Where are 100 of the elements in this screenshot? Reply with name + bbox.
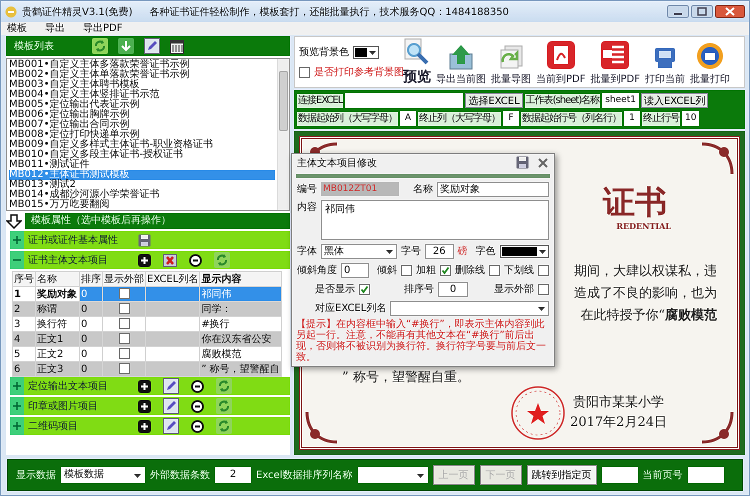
template-item[interactable]: MB004•自定义主体竖排证书示范	[9, 90, 275, 100]
toolbar-button[interactable]: 当前到PDF	[535, 38, 586, 86]
minus-icon[interactable]	[189, 254, 202, 266]
button[interactable]: 选择EXCEL	[465, 93, 523, 108]
checkbox[interactable]	[538, 284, 549, 294]
table-row[interactable]: 4 正文1 0 你在汉东省公安	[12, 332, 282, 346]
column-header[interactable]: 名称	[36, 272, 80, 286]
checkbox[interactable]	[299, 66, 310, 78]
input-field[interactable]: 1	[624, 111, 640, 126]
color-picker[interactable]	[500, 244, 549, 258]
checkbox[interactable]	[118, 333, 130, 344]
section-bar[interactable]: 证书或证件基本属性	[24, 231, 290, 249]
checkbox[interactable]	[118, 288, 130, 300]
button[interactable]: 跳转到指定页	[526, 465, 596, 485]
pencil-icon[interactable]	[144, 38, 160, 54]
excel-column-dropdown[interactable]	[390, 300, 549, 316]
column-header[interactable]: 显示内容	[200, 272, 282, 286]
floppy-icon[interactable]	[138, 234, 151, 246]
refresh-icon[interactable]	[214, 252, 230, 268]
checkbox[interactable]	[359, 284, 370, 294]
table-row[interactable]: 2 称谓 0 同学：	[12, 302, 282, 316]
template-item[interactable]: MB003•自定义主体聘书模板	[9, 80, 275, 90]
close-icon[interactable]	[537, 156, 549, 169]
input-field[interactable]	[688, 467, 724, 483]
template-item[interactable]: MB014•成都沙河源小学荣誉证书	[9, 190, 275, 200]
calendar-icon[interactable]	[170, 38, 184, 54]
table-row[interactable]: 1 奖励对象 0 祁同伟	[12, 286, 282, 302]
plus-icon[interactable]	[138, 380, 151, 392]
checkbox[interactable]	[538, 264, 549, 276]
table-row[interactable]: 6 正文3 0 ” 称号，望警醒自	[12, 362, 282, 376]
input-field[interactable]: sheet1	[602, 93, 639, 108]
checkbox[interactable]	[118, 318, 130, 330]
template-item[interactable]: MB002•自定义主体单落款荣誉证书示例	[9, 70, 275, 80]
template-item[interactable]: MB001•自定义主体多落款荣誉证书示例	[9, 60, 275, 70]
plus-icon[interactable]	[138, 400, 151, 412]
minimize-button[interactable]	[667, 5, 689, 18]
refresh-icon[interactable]	[216, 398, 232, 414]
column-header[interactable]: 序号	[12, 272, 36, 286]
input-field[interactable]: 26	[424, 244, 454, 258]
section-bar[interactable]: 印章或图片项目	[24, 397, 290, 415]
floppy-icon[interactable]	[516, 156, 529, 169]
template-item[interactable]: MB013•测试2	[9, 180, 275, 190]
checkbox[interactable]	[440, 264, 451, 276]
plus-icon[interactable]	[138, 254, 151, 266]
checkbox[interactable]	[489, 264, 500, 276]
column-header[interactable]: 排序	[80, 272, 102, 286]
cross-icon[interactable]	[163, 254, 177, 266]
template-item[interactable]: MB008•定位打印快递单示例	[9, 130, 275, 140]
input-field[interactable]: F	[503, 111, 519, 126]
scrollbar[interactable]	[277, 59, 289, 210]
toolbar-button[interactable]: 批量导图	[490, 38, 532, 86]
column-header[interactable]: 显示外部	[102, 272, 146, 286]
checkbox[interactable]	[401, 264, 412, 276]
maximize-button[interactable]	[691, 5, 713, 18]
plus-icon[interactable]	[138, 420, 151, 432]
minus-icon[interactable]	[191, 400, 204, 412]
section-bar[interactable]: 证书主体文本项目	[24, 251, 290, 269]
section-bar[interactable]: 二维码项目	[24, 417, 290, 435]
input-field[interactable]: 奖励对象	[437, 182, 549, 196]
template-item[interactable]: MB010•自定义多段主体证书-授权证书	[9, 150, 275, 160]
toolbar-button[interactable]: 批量到PDF	[589, 38, 641, 86]
pencil-icon[interactable]	[163, 378, 179, 394]
input-field[interactable]: 2	[215, 467, 251, 483]
template-item[interactable]: MB009•自定义多样式主体证书-职业资格证书	[9, 140, 275, 150]
minus-icon[interactable]	[191, 420, 204, 432]
dropdown[interactable]: 模板数据	[61, 467, 145, 483]
input-field[interactable]: 10	[682, 111, 700, 126]
checkbox[interactable]	[118, 363, 130, 374]
font-dropdown[interactable]: 黑体	[321, 244, 397, 258]
input-field[interactable]: 0	[438, 282, 468, 296]
template-item[interactable]: MB015•万万吃要翻阅	[9, 200, 275, 210]
input-field[interactable]: A	[400, 111, 416, 126]
template-item[interactable]: MB011•测试证件	[9, 160, 275, 170]
down-arrow-icon[interactable]	[6, 214, 22, 228]
input-field[interactable]	[345, 93, 464, 108]
button[interactable]: 读入EXCEL列	[640, 93, 708, 108]
minus-icon[interactable]	[191, 380, 204, 392]
menu-item[interactable]: 导出PDF	[83, 22, 122, 34]
section-bar[interactable]: 定位输出文本项目	[24, 377, 290, 395]
checkbox[interactable]	[118, 303, 130, 314]
input-field[interactable]: 0	[341, 262, 369, 278]
toolbar-button[interactable]: 导出当前图	[435, 38, 487, 86]
text-area[interactable]: 祁同伟	[321, 200, 549, 240]
pencil-icon[interactable]	[163, 398, 179, 414]
input-field[interactable]	[602, 467, 638, 483]
template-item[interactable]: MB006•定位输出胸牌示例	[9, 110, 275, 120]
template-item[interactable]: MB007•定位输出合同示例	[9, 120, 275, 130]
toolbar-button[interactable]: 批量打印	[688, 38, 731, 86]
menu-item[interactable]: 导出	[45, 22, 65, 34]
toolbar-button[interactable]: 预览	[402, 38, 432, 86]
template-item[interactable]: MB005•定位输出代表证示例	[9, 100, 275, 110]
menu-item[interactable]: 模板	[7, 22, 27, 34]
refresh-icon[interactable]	[216, 418, 232, 434]
refresh-icon[interactable]	[92, 38, 108, 54]
pencil-icon[interactable]	[163, 418, 179, 434]
color-picker[interactable]	[353, 46, 379, 58]
refresh-icon[interactable]	[216, 378, 232, 394]
close-button[interactable]	[715, 5, 745, 18]
toolbar-button[interactable]: 打印当前	[644, 38, 686, 86]
column-header[interactable]: EXCEL列名	[146, 272, 200, 286]
